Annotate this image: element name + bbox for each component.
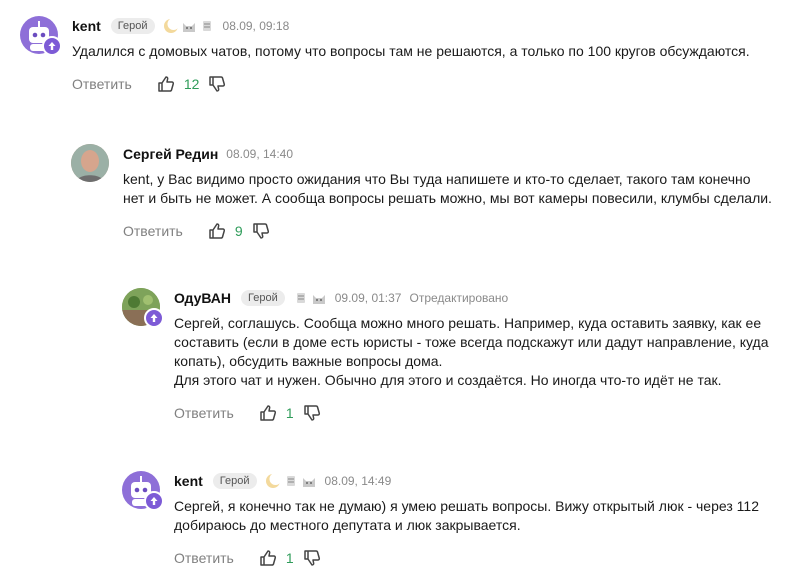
avatar[interactable]	[122, 288, 164, 328]
like-button[interactable]: 1	[258, 403, 294, 423]
like-count: 1	[285, 550, 294, 566]
role-badge: Герой	[110, 18, 155, 34]
comment-date: 08.09, 09:18	[222, 19, 290, 33]
dislike-button[interactable]	[207, 74, 227, 94]
like-button[interactable]: 9	[207, 221, 243, 241]
thumbs-up-icon	[260, 550, 276, 566]
cat-badge-icon	[182, 23, 195, 32]
thumbs-down-icon	[303, 405, 320, 421]
thumbs-down-icon	[252, 223, 269, 239]
comment-date: 09.09, 01:37	[334, 291, 402, 305]
role-badge: Герой	[212, 473, 257, 489]
scroll-badge-icon	[202, 21, 211, 31]
role-badge: Герой	[241, 290, 285, 306]
thumbs-up-icon	[260, 405, 276, 421]
thumbs-up-icon	[209, 223, 225, 239]
scroll-badge-icon	[286, 476, 295, 486]
cat-badge-icon	[302, 478, 315, 487]
dislike-button[interactable]	[251, 221, 271, 241]
moon-badge-icon	[163, 18, 179, 33]
dislike-button[interactable]	[302, 403, 322, 423]
comment-text: Удалился с домовых чатов, потому что воп…	[72, 43, 750, 59]
like-count: 1	[285, 405, 294, 421]
avatar[interactable]	[122, 471, 164, 511]
scroll-badge-icon	[296, 293, 305, 303]
like-button[interactable]: 1	[258, 548, 294, 568]
author-name[interactable]: Сергей Редин	[123, 146, 218, 162]
like-count: 12	[183, 76, 200, 92]
reply-button[interactable]: Ответить	[72, 76, 132, 92]
cat-badge-icon	[312, 295, 325, 304]
like-button[interactable]: 12	[156, 74, 200, 94]
thumbs-up-icon	[158, 76, 174, 92]
like-count: 9	[234, 223, 243, 239]
upgrade-badge-icon	[144, 491, 164, 511]
comment-text: kent, у Вас видимо просто ожидания что В…	[123, 171, 772, 206]
moon-badge-icon	[265, 473, 281, 488]
author-name[interactable]: ОдуВАН	[174, 290, 231, 306]
comment-text: Сергей, соглашусь. Сообща можно много ре…	[174, 315, 769, 388]
edited-label: Отредактировано	[409, 291, 509, 305]
avatar[interactable]	[71, 144, 109, 182]
upgrade-badge-icon	[42, 36, 62, 56]
author-name[interactable]: kent	[174, 473, 203, 489]
user-photo-icon	[71, 144, 109, 182]
reply-button[interactable]: Ответить	[174, 550, 234, 566]
reply-button[interactable]: Ответить	[174, 405, 234, 421]
avatar[interactable]	[20, 16, 62, 56]
thumbs-down-icon	[303, 550, 320, 566]
upgrade-badge-icon	[144, 308, 164, 328]
thumbs-down-icon	[209, 76, 226, 92]
comment-date: 08.09, 14:49	[324, 474, 392, 488]
dislike-button[interactable]	[302, 548, 322, 568]
comment-text: Сергей, я конечно так не думаю) я умею р…	[174, 498, 759, 533]
author-name[interactable]: kent	[72, 18, 101, 34]
reply-button[interactable]: Ответить	[123, 223, 183, 239]
comment-date: 08.09, 14:40	[226, 147, 294, 161]
